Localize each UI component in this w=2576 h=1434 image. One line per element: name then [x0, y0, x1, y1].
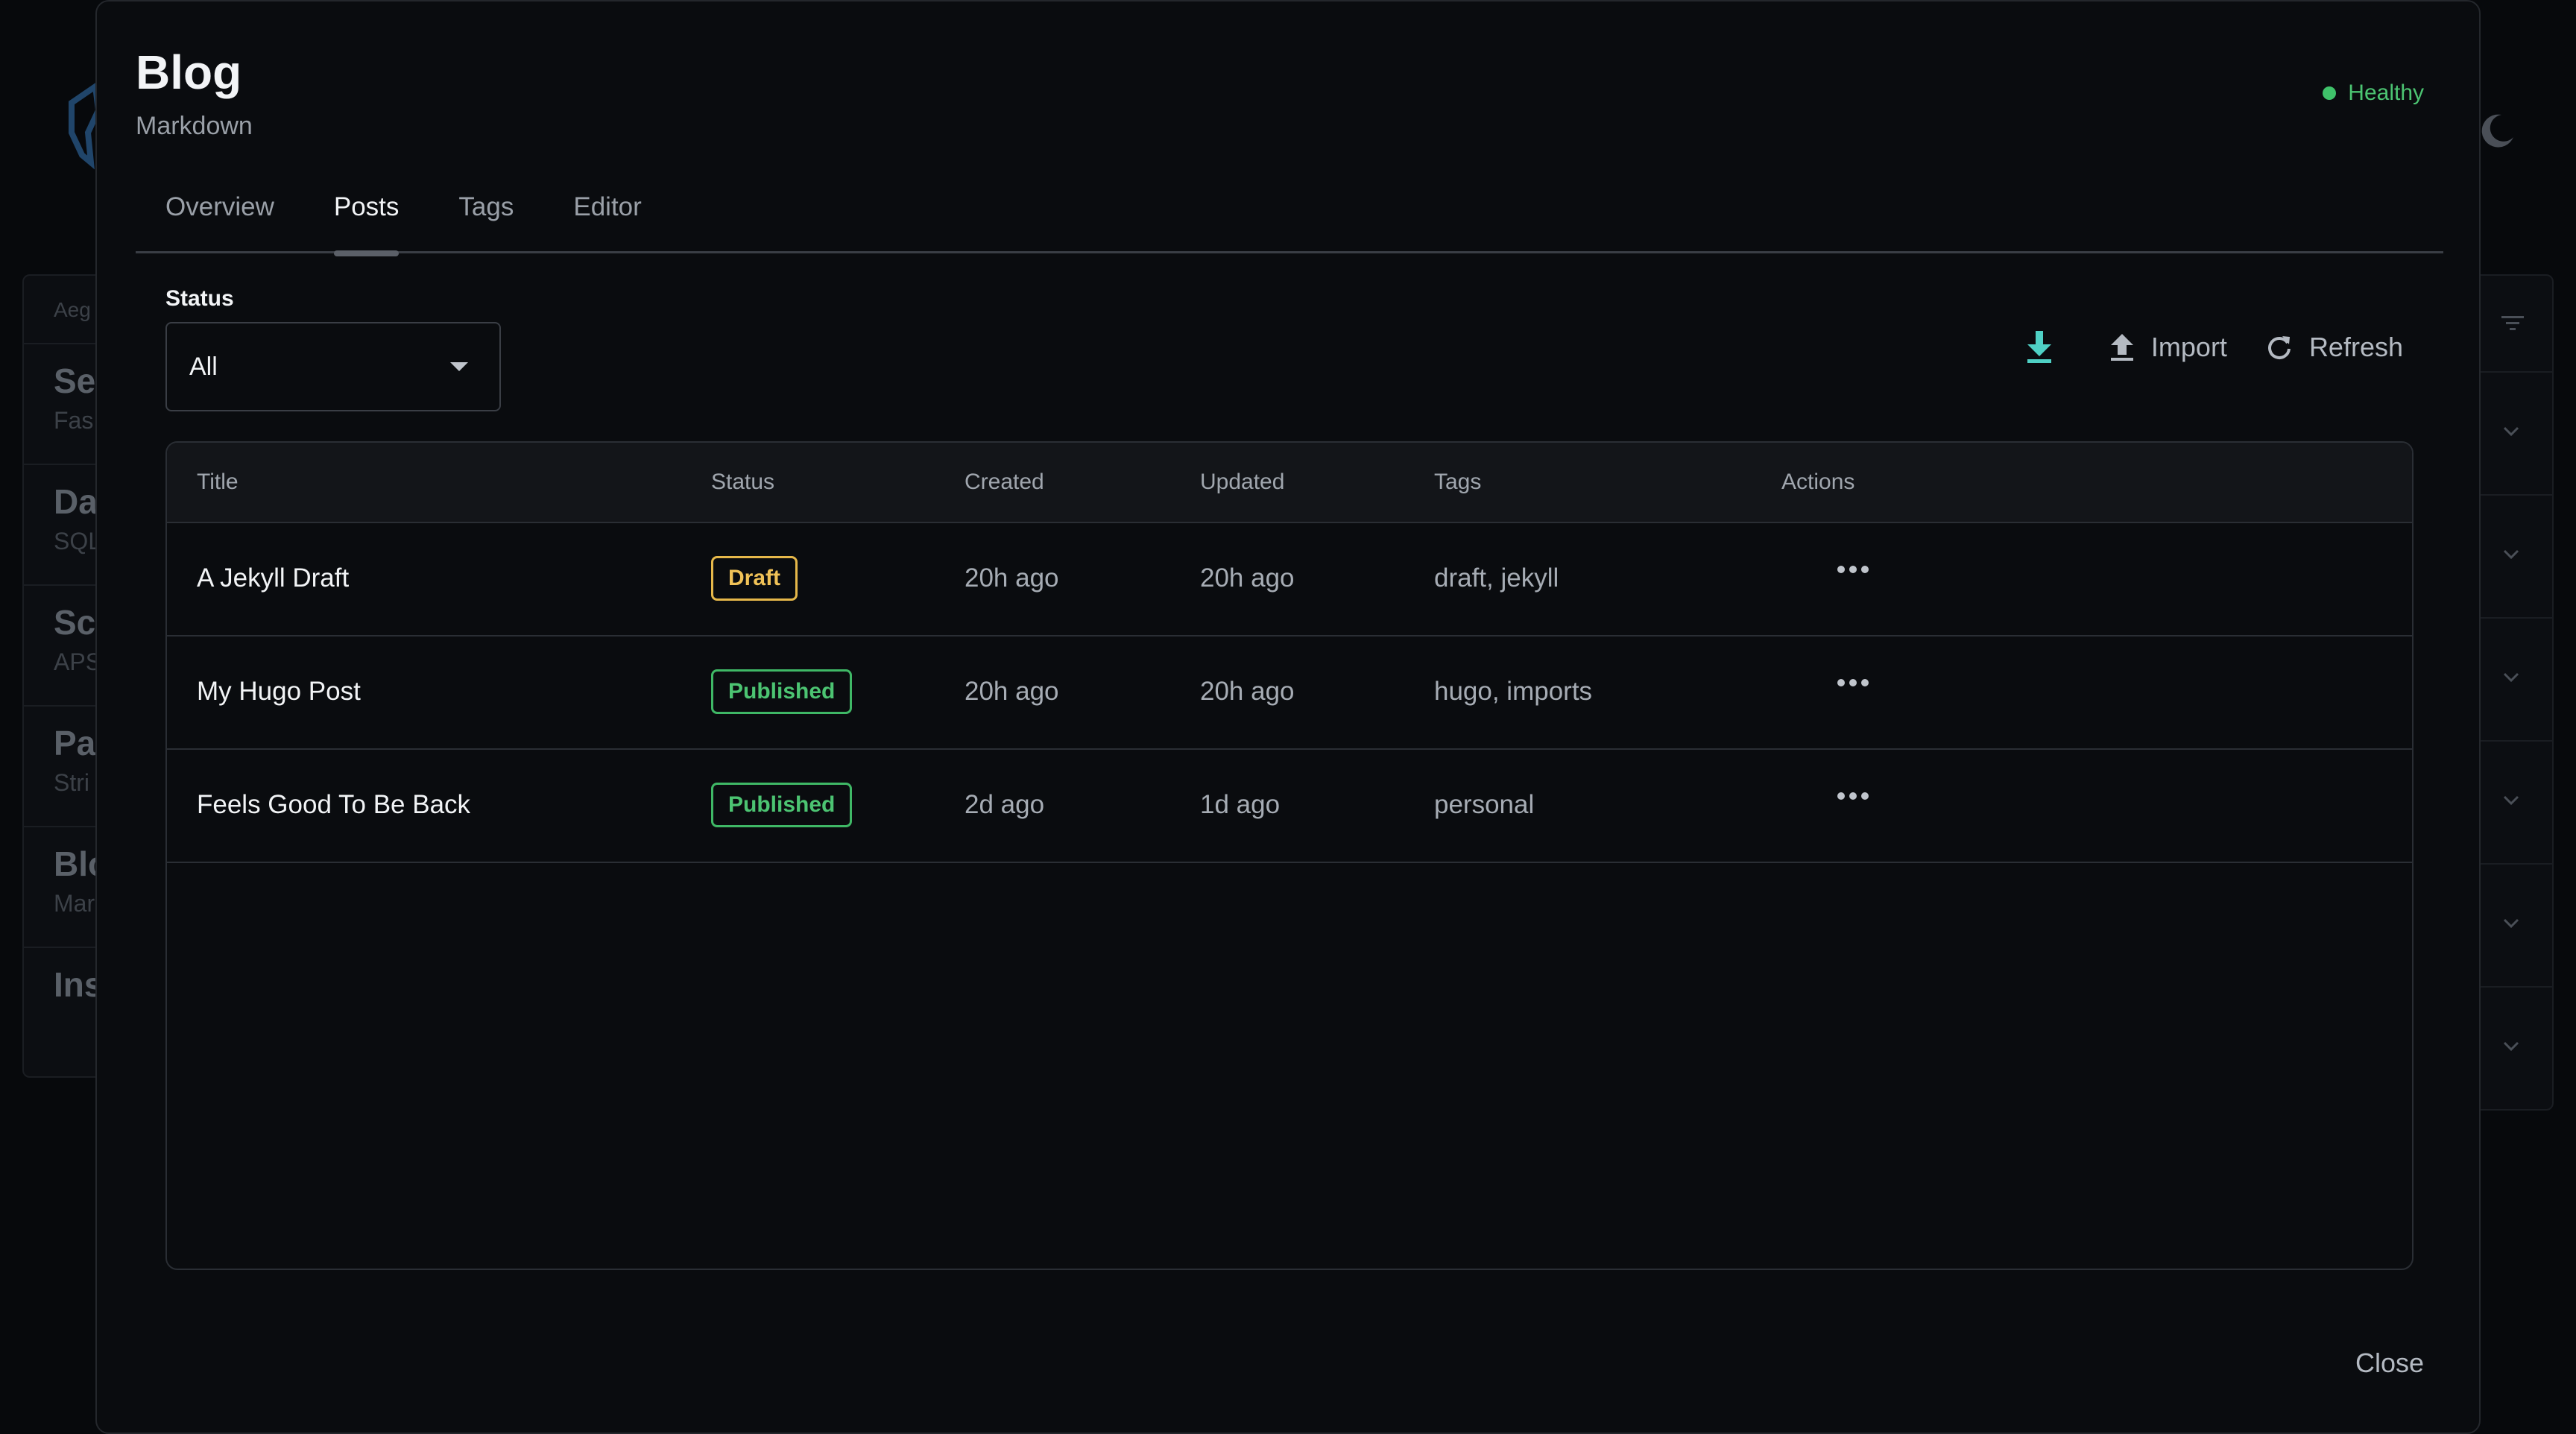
- chevron-down-icon: [2503, 1041, 2519, 1052]
- chevron-down-icon: [2503, 672, 2519, 683]
- refresh-button[interactable]: Refresh: [2266, 332, 2403, 363]
- updated-cell: 1d ago: [1200, 790, 1281, 819]
- status-badge: Draft: [711, 556, 798, 601]
- tab-tags[interactable]: Tags: [429, 173, 543, 253]
- table-header: Title Status Created Updated Tags Action…: [167, 443, 2412, 523]
- import-button[interactable]: Import: [2109, 332, 2227, 363]
- column-header-tags: Tags: [1434, 470, 1482, 494]
- created-cell: 2d ago: [965, 790, 1045, 819]
- health-label: Healthy: [2348, 80, 2424, 105]
- export-button[interactable]: [2024, 329, 2071, 365]
- upload-icon: [2110, 334, 2133, 361]
- more-actions-icon[interactable]: [1837, 792, 1869, 800]
- tags-cell: personal: [1434, 790, 1535, 819]
- created-cell: 20h ago: [965, 563, 1059, 593]
- tags-cell: hugo, imports: [1434, 677, 1593, 706]
- modal-title: Blog: [136, 45, 242, 99]
- tab-editor[interactable]: Editor: [543, 173, 671, 253]
- status-badge: Published: [711, 783, 853, 827]
- table-row[interactable]: My Hugo Post Published 20h ago 20h ago h…: [167, 637, 2412, 750]
- posts-table: Title Status Created Updated Tags Action…: [165, 441, 2414, 1270]
- table-row[interactable]: Feels Good To Be Back Published 2d ago 1…: [167, 750, 2412, 863]
- column-header-updated: Updated: [1200, 470, 1285, 494]
- status-filter-value: All: [189, 352, 218, 381]
- created-cell: 20h ago: [965, 677, 1059, 706]
- column-header-status: Status: [711, 470, 775, 494]
- chevron-down-icon: [2503, 549, 2519, 560]
- download-icon: [2027, 331, 2051, 363]
- post-title[interactable]: A Jekyll Draft: [197, 563, 349, 593]
- tab-bar: Overview Posts Tags Editor: [136, 173, 2443, 256]
- chevron-down-icon: [2503, 426, 2519, 437]
- health-status: Healthy: [2323, 80, 2424, 106]
- chevron-down-icon: [2503, 918, 2519, 929]
- caret-down-icon: [450, 362, 468, 371]
- updated-cell: 20h ago: [1200, 677, 1295, 706]
- refresh-icon: [2268, 336, 2291, 359]
- modal-subtitle: Markdown: [136, 112, 253, 140]
- table-row[interactable]: A Jekyll Draft Draft 20h ago 20h ago dra…: [167, 523, 2412, 637]
- post-title[interactable]: Feels Good To Be Back: [197, 790, 470, 820]
- column-header-title: Title: [197, 470, 239, 494]
- health-dot-icon: [2323, 86, 2337, 100]
- column-header-actions: Actions: [1781, 470, 1855, 494]
- status-filter-label: Status: [165, 286, 234, 311]
- post-title[interactable]: My Hugo Post: [197, 677, 361, 707]
- blog-modal: Blog Markdown Healthy Overview Posts Tag…: [95, 0, 2481, 1434]
- moon-icon: [2481, 114, 2513, 148]
- more-actions-icon[interactable]: [1837, 678, 1869, 687]
- chevron-down-icon: [2503, 795, 2519, 806]
- refresh-label: Refresh: [2308, 332, 2403, 362]
- import-label: Import: [2150, 332, 2227, 362]
- more-actions-icon[interactable]: [1837, 565, 1869, 574]
- toolbar: Import Refresh: [1986, 323, 2403, 371]
- tab-overview[interactable]: Overview: [136, 173, 304, 253]
- updated-cell: 20h ago: [1200, 563, 1295, 593]
- column-header-created: Created: [965, 470, 1044, 494]
- status-filter-select[interactable]: All: [165, 322, 501, 411]
- tab-posts[interactable]: Posts: [304, 173, 429, 256]
- close-button[interactable]: Close: [2355, 1348, 2424, 1379]
- status-badge: Published: [711, 669, 853, 714]
- filter-icon: [2501, 316, 2524, 330]
- tags-cell: draft, jekyll: [1434, 563, 1559, 593]
